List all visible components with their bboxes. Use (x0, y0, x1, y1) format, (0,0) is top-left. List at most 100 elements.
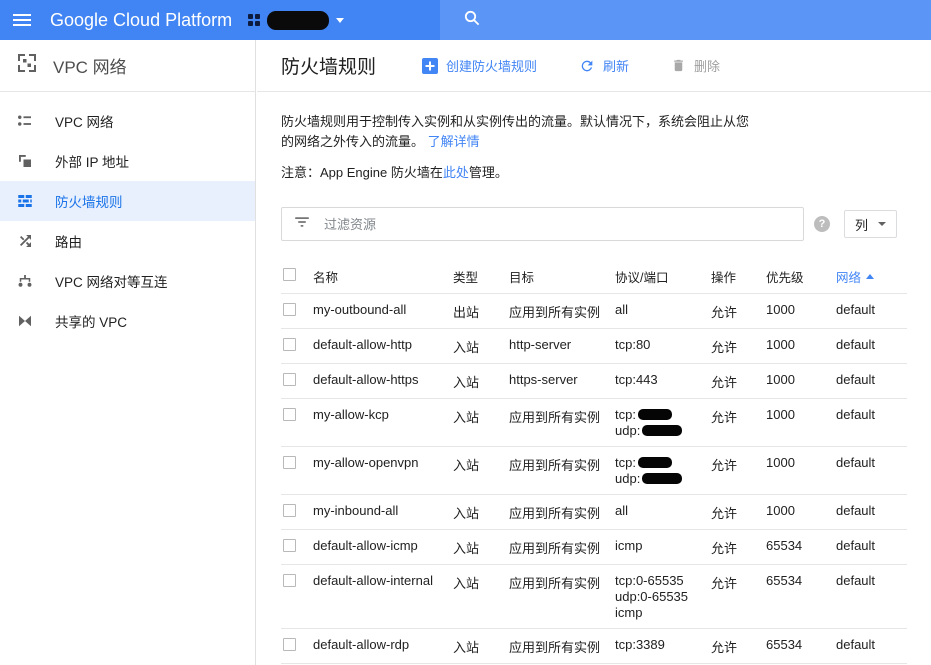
delete-button[interactable]: 删除 (671, 56, 720, 75)
project-grid-icon (248, 14, 260, 26)
filter-resources-input[interactable] (324, 217, 791, 232)
sidebar-item-label: 路由 (55, 231, 82, 251)
sidebar-item-firewall-rules[interactable]: 防火墙规则 (0, 181, 255, 221)
column-header-action[interactable]: 操作 (711, 267, 766, 286)
sidebar-item-external-ip[interactable]: 外部 IP 地址 (0, 141, 255, 181)
row-name[interactable]: default-allow-rdp (313, 637, 453, 652)
row-checkbox[interactable] (283, 408, 296, 421)
table-row[interactable]: default-allow-icmp 入站 应用到所有实例 icmp 允许 65… (281, 530, 907, 565)
redacted-port-value (642, 425, 682, 436)
row-action: 允许 (711, 302, 766, 321)
search-icon (464, 10, 480, 31)
row-type: 入站 (453, 455, 509, 474)
row-checkbox[interactable] (283, 574, 296, 587)
sidebar-item-shared-vpc[interactable]: 共享的 VPC (0, 301, 255, 341)
filter-row: ? 列 (281, 207, 907, 241)
row-priority: 1000 (766, 503, 836, 518)
search-bar[interactable] (440, 0, 931, 40)
row-name[interactable]: default-allow-internal (313, 573, 453, 588)
row-checkbox[interactable] (283, 638, 296, 651)
firewall-rules-icon (16, 192, 34, 210)
row-priority: 65534 (766, 538, 836, 553)
row-target: http-server (509, 337, 615, 352)
row-action: 允许 (711, 538, 766, 557)
table-row[interactable]: default-allow-https 入站 https-server tcp:… (281, 364, 907, 399)
row-type: 入站 (453, 637, 509, 656)
row-checkbox[interactable] (283, 338, 296, 351)
column-header-name[interactable]: 名称 (313, 267, 453, 286)
row-priority: 1000 (766, 302, 836, 317)
firewall-table-body: my-outbound-all 出站 应用到所有实例 all 允许 1000 d… (281, 294, 907, 665)
help-icon[interactable]: ? (814, 216, 830, 232)
sidebar-item-label: 防火墙规则 (55, 191, 123, 211)
app-engine-note: 注意：App Engine 防火墙在此处管理。 (281, 162, 907, 181)
row-priority: 1000 (766, 372, 836, 387)
row-name[interactable]: my-outbound-all (313, 302, 453, 317)
row-target: https-server (509, 372, 615, 387)
sidebar-header: VPC 网络 (0, 40, 255, 92)
row-name[interactable]: default-allow-https (313, 372, 453, 387)
table-row[interactable]: default-allow-http 入站 http-server tcp:80… (281, 329, 907, 364)
refresh-icon (579, 58, 595, 74)
row-type: 入站 (453, 538, 509, 557)
table-row[interactable]: my-allow-openvpn 入站 应用到所有实例 tcp:udp: 允许 … (281, 447, 907, 495)
routes-icon (16, 232, 34, 250)
table-row[interactable]: my-outbound-all 出站 应用到所有实例 all 允许 1000 d… (281, 294, 907, 329)
sidebar-item-vpc-networks[interactable]: VPC 网络 (0, 101, 255, 141)
row-action: 允许 (711, 455, 766, 474)
filter-icon (294, 214, 310, 235)
row-network: default (836, 407, 907, 422)
sidebar-item-routes[interactable]: 路由 (0, 221, 255, 261)
column-header-network[interactable]: 网络 (836, 267, 907, 286)
row-checkbox[interactable] (283, 539, 296, 552)
column-header-type[interactable]: 类型 (453, 267, 509, 286)
column-header-protocol[interactable]: 协议/端口 (615, 267, 711, 286)
row-network: default (836, 372, 907, 387)
row-checkbox[interactable] (283, 504, 296, 517)
sidebar-item-label: 外部 IP 地址 (55, 151, 129, 171)
row-name[interactable]: my-allow-openvpn (313, 455, 453, 470)
row-checkbox[interactable] (283, 456, 296, 469)
row-action: 允许 (711, 372, 766, 391)
vpc-networks-icon (16, 112, 34, 130)
row-network: default (836, 455, 907, 470)
row-protocol: tcp:3389 (615, 637, 711, 653)
row-network: default (836, 538, 907, 553)
refresh-button[interactable]: 刷新 (579, 56, 629, 75)
column-header-target[interactable]: 目标 (509, 267, 615, 286)
row-target: 应用到所有实例 (509, 455, 615, 474)
table-row[interactable]: default-allow-rdp 入站 应用到所有实例 tcp:3389 允许… (281, 629, 907, 664)
learn-more-link[interactable]: 了解详情 (428, 134, 480, 149)
row-name[interactable]: default-allow-http (313, 337, 453, 352)
sidebar-item-vpc-peering[interactable]: VPC 网络对等互连 (0, 261, 255, 301)
app-engine-firewall-link[interactable]: 此处 (443, 165, 469, 180)
product-name[interactable]: Google Cloud Platform (50, 10, 232, 31)
table-row[interactable]: my-inbound-all 入站 应用到所有实例 all 允许 1000 de… (281, 495, 907, 530)
row-action: 允许 (711, 337, 766, 356)
select-all-checkbox[interactable] (283, 268, 296, 281)
project-selector[interactable] (248, 11, 344, 30)
row-type: 入站 (453, 503, 509, 522)
row-protocol: tcp:0-65535udp:0-65535icmp (615, 573, 711, 621)
column-header-priority[interactable]: 优先级 (766, 267, 836, 286)
row-type: 入站 (453, 573, 509, 592)
row-name[interactable]: my-allow-kcp (313, 407, 453, 422)
row-checkbox[interactable] (283, 303, 296, 316)
table-row[interactable]: my-allow-kcp 入站 应用到所有实例 tcp:udp: 允许 1000… (281, 399, 907, 447)
hamburger-icon (13, 14, 31, 26)
top-bar: Google Cloud Platform (0, 0, 931, 40)
filter-box[interactable] (281, 207, 804, 241)
refresh-button-label: 刷新 (603, 56, 629, 75)
menu-button[interactable] (0, 0, 44, 40)
row-priority: 65534 (766, 573, 836, 588)
row-name[interactable]: default-allow-icmp (313, 538, 453, 553)
row-target: 应用到所有实例 (509, 503, 615, 522)
table-row[interactable]: default-allow-internal 入站 应用到所有实例 tcp:0-… (281, 565, 907, 629)
columns-button[interactable]: 列 (844, 210, 897, 238)
row-name[interactable]: my-inbound-all (313, 503, 453, 518)
row-type: 入站 (453, 407, 509, 426)
row-checkbox[interactable] (283, 373, 296, 386)
row-action: 允许 (711, 503, 766, 522)
create-firewall-rule-button[interactable]: 创建防火墙规则 (422, 56, 537, 75)
row-type: 入站 (453, 337, 509, 356)
